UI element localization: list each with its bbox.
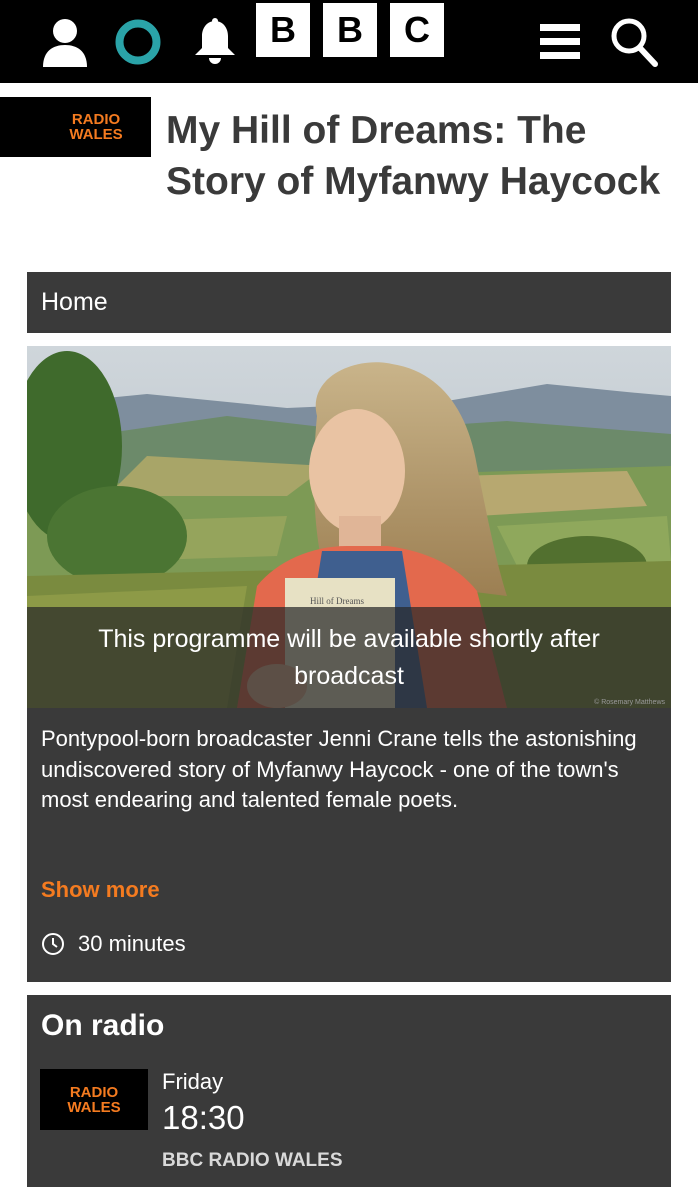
- bbc-logo-b1[interactable]: B: [256, 3, 310, 57]
- radio-wales-logo-small[interactable]: RADIO WALES: [40, 1069, 148, 1130]
- book-title-text: Hill of Dreams: [310, 596, 364, 606]
- programme-header: RADIO WALES My Hill of Dreams: The Story…: [0, 97, 698, 257]
- search-icon[interactable]: [608, 0, 660, 83]
- availability-message: This programme will be available shortly…: [27, 607, 671, 708]
- breadcrumb-label: Home: [41, 288, 108, 316]
- programme-card: Hill of Dreams This programme will be av…: [27, 346, 671, 982]
- broadcast-station[interactable]: BBC RADIO WALES: [162, 1150, 343, 1172]
- breadcrumb-home[interactable]: Home: [27, 272, 671, 333]
- broadcast-time: 18:30: [162, 1099, 245, 1136]
- notifications-icon[interactable]: [190, 0, 240, 83]
- radio-wales-logo[interactable]: RADIO WALES: [0, 97, 151, 157]
- bbc-logo-b2[interactable]: B: [323, 3, 377, 57]
- programme-description: Pontypool-born broadcaster Jenni Crane t…: [41, 726, 637, 812]
- show-more-link[interactable]: Show more: [41, 877, 160, 903]
- menu-icon[interactable]: [538, 0, 582, 83]
- programme-image: Hill of Dreams This programme will be av…: [27, 346, 671, 708]
- sounds-icon[interactable]: [113, 0, 163, 83]
- broadcast-day: Friday: [162, 1069, 224, 1094]
- image-credit: © Rosemary Matthews: [594, 699, 665, 706]
- clock-icon: [42, 933, 64, 955]
- logo-line-2: WALES: [69, 126, 123, 143]
- logo-line-1: RADIO: [71, 111, 121, 128]
- bbc-logo-c[interactable]: C: [390, 3, 444, 57]
- on-radio-heading: On radio: [41, 1009, 165, 1042]
- top-nav-bar: B B C: [0, 0, 698, 83]
- page-title: My Hill of Dreams: The Story of Myfanwy …: [166, 109, 661, 203]
- logo-small-line-2: WALES: [67, 1098, 121, 1116]
- logo-small-line-1: RADIO: [69, 1083, 119, 1101]
- duration-text: 30 minutes: [78, 931, 186, 956]
- account-icon[interactable]: [40, 0, 90, 83]
- on-radio-section: On radio RADIO WALES Friday 18:30 BBC RA…: [27, 995, 671, 1187]
- duration-row: 30 minutes: [41, 931, 186, 957]
